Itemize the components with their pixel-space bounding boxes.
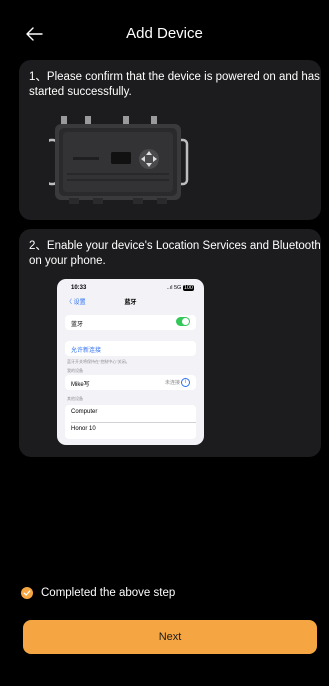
divider [71,422,196,423]
info-icon: i [181,378,190,387]
phone-bluetooth-toggle [176,317,190,326]
phone-signal: ..ıl 5G 100 [166,285,194,291]
next-button[interactable]: Next [23,620,317,654]
battery-icon: 100 [182,285,194,291]
step-2-card: 2、Enable your device's Location Services… [19,229,321,457]
header: Add Device [0,20,329,50]
phone-hint: 蓝牙开关将保持在“控制中心”关闭。 [67,359,130,364]
step-2-text: 2、Enable your device's Location Services… [29,240,321,267]
check-circle-icon[interactable] [21,587,33,599]
completed-step-label[interactable]: Completed the above step [41,587,175,599]
device-illustration [49,116,189,204]
step-1-text: 1、Please confirm that the device is powe… [29,71,320,98]
phone-nav-title: 蓝牙 [124,300,137,306]
phone-status-bar: 10:33 ..ıl 5G 100 [57,283,204,293]
phone-allow-connections-row: 允许新连接 [65,341,196,356]
phone-bluetooth-screenshot: 10:33 ..ıl 5G 100 〈 设置 蓝牙 蓝牙 允许新连接 蓝牙开关将… [57,279,204,445]
page-title: Add Device [126,25,203,42]
phone-other-devices-header: 其他设备 [67,396,83,401]
phone-other-devices-list: Computer Honor 10 [65,405,196,439]
list-item: Computer [71,409,98,415]
step-1-card: 1、Please confirm that the device is powe… [19,60,321,220]
phone-bluetooth-row: 蓝牙 [65,315,196,330]
phone-nav-bar: 〈 设置 蓝牙 [57,295,204,307]
phone-time: 10:33 [71,285,87,291]
phone-my-device-row: Mike写 未连接 i [65,375,196,390]
phone-my-devices-header: 我的设备 [67,368,83,373]
list-item: Honor 10 [71,426,96,432]
